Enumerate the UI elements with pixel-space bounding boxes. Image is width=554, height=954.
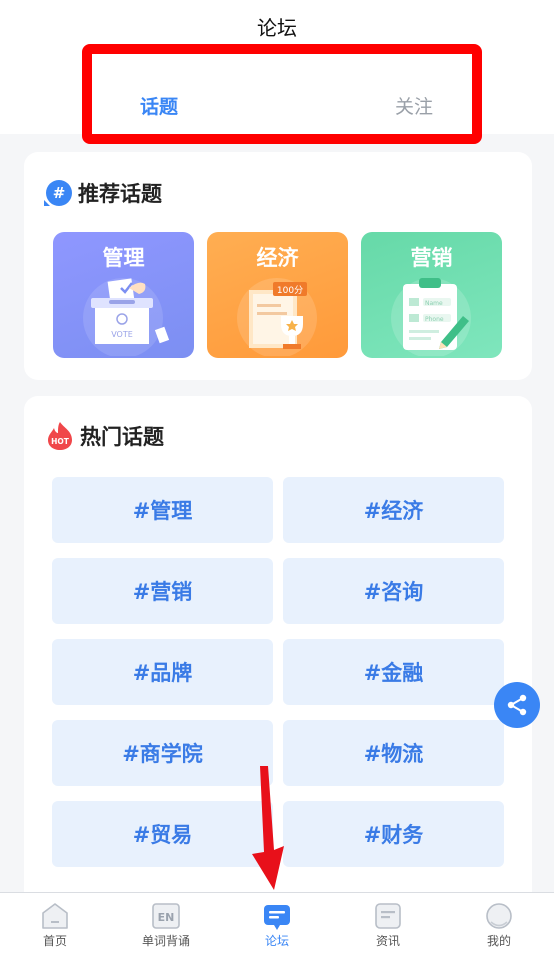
- header: 论坛 话题 关注: [0, 0, 554, 144]
- certificate-trophy-icon: 100分: [237, 278, 317, 356]
- svg-text:Phone: Phone: [425, 316, 444, 323]
- tab-topics[interactable]: 话题: [140, 92, 178, 119]
- page-title: 论坛: [257, 16, 297, 40]
- en-icon: EN: [152, 903, 180, 929]
- recommended-title: 推荐话题: [78, 182, 162, 206]
- home-icon: [42, 903, 68, 929]
- hot-topic-button[interactable]: #贸易: [52, 801, 273, 867]
- tab-bar-top: 话题 关注: [82, 44, 482, 144]
- clipboard-pen-icon: Name Phone: [391, 278, 471, 356]
- svg-text:EN: EN: [158, 911, 175, 924]
- news-icon: [375, 903, 401, 929]
- recommended-topics-card: # 推荐话题 管理 VOTE 经济 100分 营销 Name Phone: [24, 152, 532, 380]
- hot-topic-button[interactable]: #物流: [283, 720, 504, 786]
- rec-tile-marketing[interactable]: 营销 Name Phone: [361, 232, 502, 358]
- tabbar-item-vocab[interactable]: EN 单词背诵: [111, 893, 221, 954]
- tabbar-item-profile[interactable]: 我的: [444, 893, 554, 954]
- hot-title: 热门话题: [80, 425, 164, 449]
- tabbar-label: 单词背诵: [141, 934, 190, 948]
- annotation-arrow: [252, 766, 284, 890]
- hot-topic-button[interactable]: #咨询: [283, 558, 504, 624]
- hot-topic-button[interactable]: #管理: [52, 477, 273, 543]
- rec-tile-economy[interactable]: 经济 100分: [207, 232, 348, 358]
- hot-header: HOT 热门话题: [46, 421, 164, 451]
- rec-tile-label: 管理: [102, 246, 145, 270]
- profile-icon: [486, 903, 512, 929]
- rec-tile-management[interactable]: 管理 VOTE: [53, 232, 194, 358]
- rec-tile-label: 营销: [410, 246, 453, 270]
- recommended-header: # 推荐话题: [44, 178, 162, 208]
- tabbar-label: 我的: [486, 934, 511, 948]
- share-button[interactable]: [494, 682, 540, 728]
- hot-topic-button[interactable]: #营销: [52, 558, 273, 624]
- tabbar-item-news[interactable]: 资讯: [333, 893, 443, 954]
- tabbar-label: 论坛: [264, 934, 289, 948]
- rec-tile-label: 经济: [256, 246, 299, 270]
- svg-text:100分: 100分: [277, 285, 303, 296]
- bottom-tab-bar: 首页 EN 单词背诵 论坛 资讯 我的: [0, 892, 554, 954]
- hash-icon: #: [44, 180, 72, 206]
- share-icon: [507, 694, 527, 716]
- forum-icon: [264, 905, 290, 930]
- ballot-box-icon: VOTE: [83, 278, 170, 356]
- tabbar-item-forum[interactable]: 论坛: [222, 893, 332, 954]
- svg-text:HOT: HOT: [51, 437, 70, 446]
- hot-topic-button[interactable]: #金融: [283, 639, 504, 705]
- tabbar-label: 资讯: [375, 934, 400, 948]
- hot-flame-icon: HOT: [46, 421, 74, 451]
- svg-text:Name: Name: [425, 300, 443, 307]
- hot-topic-button[interactable]: #经济: [283, 477, 504, 543]
- tab-following[interactable]: 关注: [395, 92, 433, 119]
- svg-text:VOTE: VOTE: [111, 330, 133, 339]
- hot-topic-button[interactable]: #商学院: [52, 720, 273, 786]
- hot-topic-button[interactable]: #品牌: [52, 639, 273, 705]
- tabbar-item-home[interactable]: 首页: [0, 893, 110, 954]
- tabbar-label: 首页: [42, 934, 67, 948]
- hot-topic-button[interactable]: #财务: [283, 801, 504, 867]
